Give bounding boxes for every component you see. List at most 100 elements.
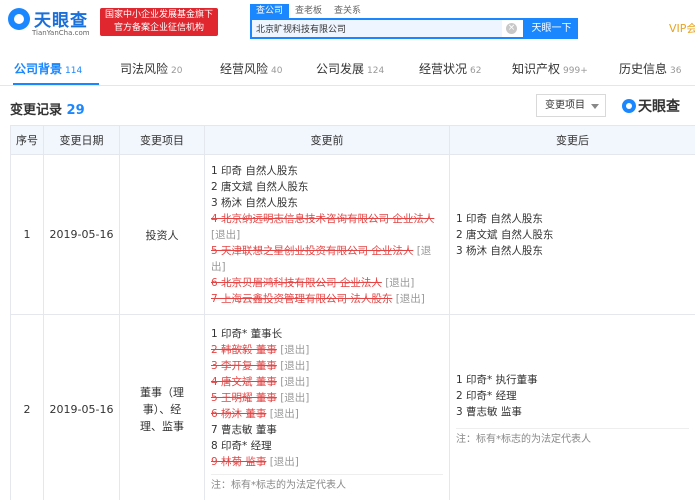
search-tab-relation[interactable]: 查关系 <box>328 4 367 18</box>
before-line-removed: 4 唐文斌 董事 [退出] <box>211 374 443 390</box>
caret-down-icon <box>591 104 599 109</box>
top-header: 天眼查 TianYanCha.com 国家中小企业发展基金旗下 官方备案企业征信… <box>0 0 695 46</box>
nav-count: 124 <box>367 66 385 76</box>
eye-logo-icon <box>8 8 30 30</box>
entry-text: 6 杨沐 董事 <box>211 407 267 420</box>
entry-text: 4 北京纳远明志信息技术咨询有限公司 企业法人 <box>211 212 435 225</box>
nav-count: 999+ <box>563 66 588 76</box>
nav-company-background[interactable]: 公司背景 114 <box>14 60 82 77</box>
banner-line-1: 国家中小企业发展基金旗下 <box>104 10 213 20</box>
change-records-table: 序号 变更日期 变更项目 变更前 变更后 1 2019-05-16 投资人 1 … <box>10 125 695 500</box>
cell-index: 1 <box>10 154 44 315</box>
site-logo[interactable]: 天眼查 TianYanCha.com <box>8 6 100 38</box>
cell-before: 1 印奇 自然人股东 2 唐文斌 自然人股东 3 杨沐 自然人股东 4 北京纳远… <box>204 154 450 315</box>
legal-rep-note: 注：标有*标志的为法定代表人 <box>211 473 443 494</box>
before-line-removed: 6 北京贝眉鸿科技有限公司 企业法人 [退出] <box>211 275 443 291</box>
table-row: 2 2019-05-16 董事（理事）、经理、监事 1 印奇* 董事长 2 韩歆… <box>10 314 695 500</box>
exit-tag: [退出] <box>269 455 299 468</box>
section-count: 29 <box>66 103 85 118</box>
search-button[interactable]: 天眼一下 <box>525 18 578 39</box>
entry-text: 3 李开复 董事 <box>211 359 277 372</box>
col-header-item: 变更项目 <box>119 125 205 155</box>
nav-history[interactable]: 历史信息 36 <box>619 60 681 77</box>
before-line-removed: 5 王明耀 董事 [退出] <box>211 390 443 406</box>
section-title-text: 变更记录 <box>10 103 63 118</box>
nav-count: 40 <box>271 66 283 76</box>
before-line-removed: 5 天津联想之星创业投资有限公司 企业法人 [退出] <box>211 243 443 275</box>
after-line: 1 印奇* 执行董事 <box>456 373 538 386</box>
cell-item: 投资人 <box>119 154 205 315</box>
after-line: 3 杨沐 自然人股东 <box>456 244 543 257</box>
before-line-removed: 7 上海云鑫投资管理有限公司 法人股东 [退出] <box>211 291 443 307</box>
nav-label: 公司发展 <box>316 62 365 76</box>
entry-text: 2 韩歆毅 董事 <box>211 343 277 356</box>
change-item-filter[interactable]: 变更项目 <box>536 94 606 117</box>
entry-text: 7 上海云鑫投资管理有限公司 法人股东 <box>211 292 393 305</box>
col-header-after: 变更后 <box>449 125 695 155</box>
nav-count: 114 <box>65 66 83 76</box>
before-line: 3 杨沐 自然人股东 <box>211 195 443 211</box>
cell-index: 2 <box>10 314 44 500</box>
section-title: 变更记录 29 <box>10 99 85 118</box>
before-line: 7 曹志敏 董事 <box>211 422 443 438</box>
vip-link[interactable]: VIP会 <box>669 20 695 36</box>
search-input[interactable] <box>252 20 502 37</box>
nav-label: 经营风险 <box>220 62 269 76</box>
after-line: 2 印奇* 经理 <box>456 389 517 402</box>
search-tab-boss[interactable]: 查老板 <box>289 4 328 18</box>
col-header-date: 变更日期 <box>43 125 120 155</box>
nav-count: 20 <box>171 66 183 76</box>
entry-text: 8 印奇* 经理 <box>211 439 272 452</box>
exit-tag: [退出] <box>385 276 415 289</box>
nav-company-development[interactable]: 公司发展 124 <box>316 60 384 77</box>
legal-rep-note: 注：标有*标志的为法定代表人 <box>456 427 689 448</box>
nav-judicial-risk[interactable]: 司法风险 20 <box>120 60 182 77</box>
entry-text: 7 曹志敏 董事 <box>211 423 277 436</box>
exit-tag: [退出] <box>211 228 241 241</box>
after-line: 1 印奇 自然人股东 <box>456 212 543 225</box>
before-line-removed: 4 北京纳远明志信息技术咨询有限公司 企业法人 [退出] <box>211 211 443 243</box>
exit-tag: [退出] <box>395 292 425 305</box>
exit-tag: [退出] <box>280 359 310 372</box>
nav-label: 知识产权 <box>512 62 561 76</box>
exit-tag: [退出] <box>280 375 310 388</box>
nav-label: 司法风险 <box>120 62 169 76</box>
cell-date: 2019-05-16 <box>43 314 120 500</box>
entry-text: 1 印奇* 董事长 <box>211 327 283 340</box>
nav-operating-risk[interactable]: 经营风险 40 <box>220 60 282 77</box>
brand-watermark: 天眼查 <box>622 96 692 116</box>
entry-text: 2 唐文斌 自然人股东 <box>211 180 309 193</box>
nav-operating-status[interactable]: 经营状况 62 <box>419 60 481 77</box>
active-tab-underline <box>13 83 99 85</box>
entry-text: 3 杨沐 自然人股东 <box>211 196 298 209</box>
col-header-index: 序号 <box>10 125 44 155</box>
nav-label: 历史信息 <box>619 62 668 76</box>
nav-label: 经营状况 <box>419 62 468 76</box>
before-line-removed: 6 杨沐 董事 [退出] <box>211 406 443 422</box>
table-row: 1 2019-05-16 投资人 1 印奇 自然人股东 2 唐文斌 自然人股东 … <box>10 154 695 315</box>
company-nav: 公司背景 114 司法风险 20 经营风险 40 公司发展 124 经营状况 62 知识产… <box>0 50 695 86</box>
before-line: 1 印奇* 董事长 <box>211 326 443 342</box>
clear-x-icon[interactable]: × <box>506 23 517 34</box>
cell-before: 1 印奇* 董事长 2 韩歆毅 董事 [退出] 3 李开复 董事 [退出] 4 … <box>204 314 450 500</box>
entry-text: 5 天津联想之星创业投资有限公司 企业法人 <box>211 244 414 257</box>
before-line-removed: 2 韩歆毅 董事 [退出] <box>211 342 443 358</box>
exit-tag: [退出] <box>269 407 299 420</box>
before-line-removed: 3 李开复 董事 [退出] <box>211 358 443 374</box>
table-header-row: 序号 变更日期 变更项目 变更前 变更后 <box>10 125 695 155</box>
search-box: × <box>250 18 525 39</box>
logo-subtext: TianYanCha.com <box>32 29 90 37</box>
before-line: 2 唐文斌 自然人股东 <box>211 179 443 195</box>
col-header-before: 变更前 <box>204 125 450 155</box>
entry-text: 1 印奇 自然人股东 <box>211 164 298 177</box>
nav-intellectual-property[interactable]: 知识产权 999+ <box>512 60 588 77</box>
before-line-removed: 9 林菊 监事 [退出] <box>211 454 443 470</box>
entry-text: 4 唐文斌 董事 <box>211 375 277 388</box>
promo-banner[interactable]: 国家中小企业发展基金旗下 官方备案企业征信机构 <box>100 8 218 36</box>
search-type-tabs: 查公司 查老板 查关系 <box>250 4 367 18</box>
search-tab-company[interactable]: 查公司 <box>250 4 290 18</box>
brand-text: 天眼查 <box>638 99 680 115</box>
nav-label: 公司背景 <box>14 62 63 76</box>
entry-text: 9 林菊 监事 <box>211 455 267 468</box>
after-line: 3 曹志敏 监事 <box>456 405 522 418</box>
